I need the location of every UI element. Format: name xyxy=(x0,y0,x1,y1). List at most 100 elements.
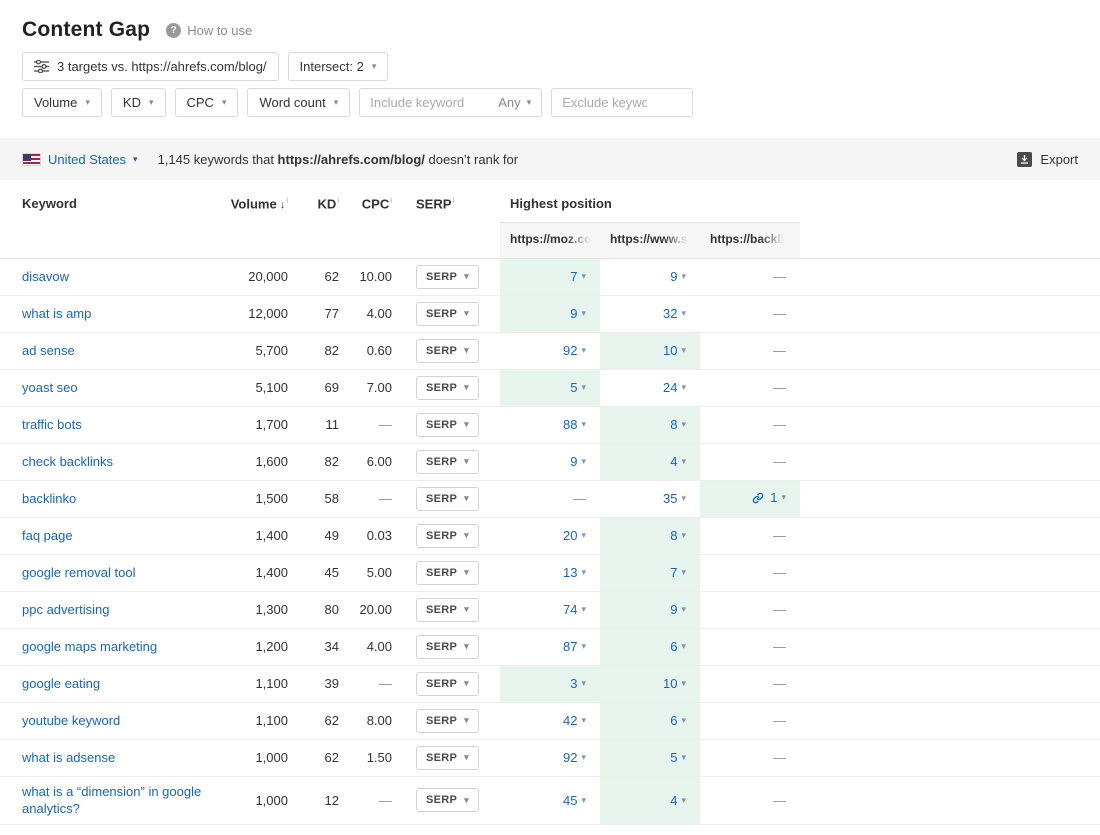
chevron-down-icon: ▾ xyxy=(464,494,469,503)
position-value[interactable]: 6▾ xyxy=(670,713,686,728)
chevron-down-icon: ▾ xyxy=(222,98,227,107)
keyword-link[interactable]: faq page xyxy=(22,528,73,543)
position-value[interactable]: 3▾ xyxy=(570,676,586,691)
position-value[interactable]: 92▾ xyxy=(563,750,586,765)
keyword-link[interactable]: google eating xyxy=(22,676,100,691)
position-value[interactable]: 74▾ xyxy=(563,602,586,617)
keyword-link[interactable]: traffic bots xyxy=(22,417,82,432)
position-value[interactable]: 9▾ xyxy=(670,602,686,617)
position-cell: — xyxy=(700,665,800,702)
serp-button[interactable]: SERP▾ xyxy=(416,487,479,511)
keyword-link[interactable]: check backlinks xyxy=(22,454,113,469)
position-value[interactable]: 35▾ xyxy=(663,491,686,506)
chevron-down-icon: ▾ xyxy=(464,642,469,651)
serp-button[interactable]: SERP▾ xyxy=(416,635,479,659)
serp-button[interactable]: SERP▾ xyxy=(416,413,479,437)
position-value[interactable]: 20▾ xyxy=(563,528,586,543)
cpc-filter-button[interactable]: CPC ▾ xyxy=(175,88,239,117)
serp-button[interactable]: SERP▾ xyxy=(416,598,479,622)
row-filler xyxy=(800,480,1100,517)
position-value[interactable]: 4▾ xyxy=(670,793,686,808)
serp-button[interactable]: SERP▾ xyxy=(416,788,479,812)
position-value[interactable]: 5▾ xyxy=(670,750,686,765)
position-value[interactable]: 1▾ xyxy=(752,490,786,505)
include-mode-select[interactable]: Any ▾ xyxy=(498,95,541,110)
position-value[interactable]: 32▾ xyxy=(663,306,686,321)
serp-button-label: SERP xyxy=(426,419,457,431)
kd-column-header[interactable]: KDi xyxy=(292,180,343,258)
cpc-column-header[interactable]: CPCi xyxy=(343,180,396,258)
serp-button[interactable]: SERP▾ xyxy=(416,450,479,474)
keyword-link[interactable]: google removal tool xyxy=(22,565,135,580)
table-row: faq page1,400490.03SERP▾20▾8▾— xyxy=(0,517,1100,554)
volume-filter-button[interactable]: Volume ▾ xyxy=(22,88,102,117)
keyword-link[interactable]: ad sense xyxy=(22,343,75,358)
chevron-down-icon: ▾ xyxy=(581,642,586,651)
position-value[interactable]: 13▾ xyxy=(563,565,586,580)
empty-position-value: — xyxy=(773,793,786,808)
word-count-filter-button[interactable]: Word count ▾ xyxy=(247,88,350,117)
position-cell: 74▾ xyxy=(500,591,600,628)
keyword-link[interactable]: what is a “dimension” in google analytic… xyxy=(22,784,201,817)
position-number: 9 xyxy=(670,269,677,284)
kd-filter-button[interactable]: KD ▾ xyxy=(111,88,166,117)
export-button[interactable]: Export xyxy=(1017,152,1078,167)
position-value[interactable]: 5▾ xyxy=(570,380,586,395)
summary-target-url: https://ahrefs.com/blog/ xyxy=(278,152,425,167)
position-number: 20 xyxy=(563,528,577,543)
keyword-link[interactable]: disavow xyxy=(22,269,69,284)
position-value[interactable]: 8▾ xyxy=(670,417,686,432)
position-value[interactable]: 24▾ xyxy=(663,380,686,395)
serp-button-label: SERP xyxy=(426,530,457,542)
keyword-link[interactable]: google maps marketing xyxy=(22,639,157,654)
position-value[interactable]: 9▾ xyxy=(570,454,586,469)
position-number: 10 xyxy=(663,676,677,691)
position-value[interactable]: 87▾ xyxy=(563,639,586,654)
keyword-link[interactable]: what is adsense xyxy=(22,750,115,765)
position-cell: — xyxy=(700,739,800,776)
country-selector[interactable]: United States ▾ xyxy=(22,152,138,167)
position-value[interactable]: 9▾ xyxy=(670,269,686,284)
position-number: 6 xyxy=(670,713,677,728)
position-value[interactable]: 7▾ xyxy=(670,565,686,580)
position-value[interactable]: 10▾ xyxy=(663,343,686,358)
keyword-link[interactable]: backlinko xyxy=(22,491,76,506)
position-value[interactable]: 4▾ xyxy=(670,454,686,469)
targets-button[interactable]: 3 targets vs. https://ahrefs.com/blog/ xyxy=(22,52,279,81)
position-value[interactable]: 88▾ xyxy=(563,417,586,432)
keyword-link[interactable]: yoast seo xyxy=(22,380,78,395)
keyword-link[interactable]: ppc advertising xyxy=(22,602,109,617)
serp-button[interactable]: SERP▾ xyxy=(416,709,479,733)
serp-button[interactable]: SERP▾ xyxy=(416,524,479,548)
serp-button[interactable]: SERP▾ xyxy=(416,672,479,696)
keywords-summary: 1,145 keywords that https://ahrefs.com/b… xyxy=(158,152,519,167)
empty-position-value: — xyxy=(773,676,786,691)
serp-button[interactable]: SERP▾ xyxy=(416,376,479,400)
exclude-keyword-input[interactable] xyxy=(552,89,692,116)
volume-column-header[interactable]: Volume↓i xyxy=(230,180,292,258)
position-cell: 7▾ xyxy=(500,258,600,295)
position-value[interactable]: 45▾ xyxy=(563,793,586,808)
position-value[interactable]: 9▾ xyxy=(570,306,586,321)
position-value[interactable]: 6▾ xyxy=(670,639,686,654)
serp-button[interactable]: SERP▾ xyxy=(416,746,479,770)
position-cell: — xyxy=(700,554,800,591)
serp-button[interactable]: SERP▾ xyxy=(416,265,479,289)
position-value[interactable]: 42▾ xyxy=(563,713,586,728)
empty-position-value: — xyxy=(773,454,786,469)
volume-cell: 1,700 xyxy=(230,406,292,443)
serp-button[interactable]: SERP▾ xyxy=(416,561,479,585)
keyword-link[interactable]: youtube keyword xyxy=(22,713,120,728)
intersect-button[interactable]: Intersect: 2 ▾ xyxy=(288,52,389,81)
how-to-use-link[interactable]: ? How to use xyxy=(166,23,252,38)
serp-button[interactable]: SERP▾ xyxy=(416,302,479,326)
position-value[interactable]: 10▾ xyxy=(663,676,686,691)
serp-button[interactable]: SERP▾ xyxy=(416,339,479,363)
position-cell: 7▾ xyxy=(600,554,700,591)
position-value[interactable]: 7▾ xyxy=(570,269,586,284)
position-value[interactable]: 8▾ xyxy=(670,528,686,543)
include-keyword-input[interactable] xyxy=(360,95,498,110)
keyword-link[interactable]: what is amp xyxy=(22,306,91,321)
keyword-column-header[interactable]: Keyword xyxy=(0,180,230,258)
position-value[interactable]: 92▾ xyxy=(563,343,586,358)
